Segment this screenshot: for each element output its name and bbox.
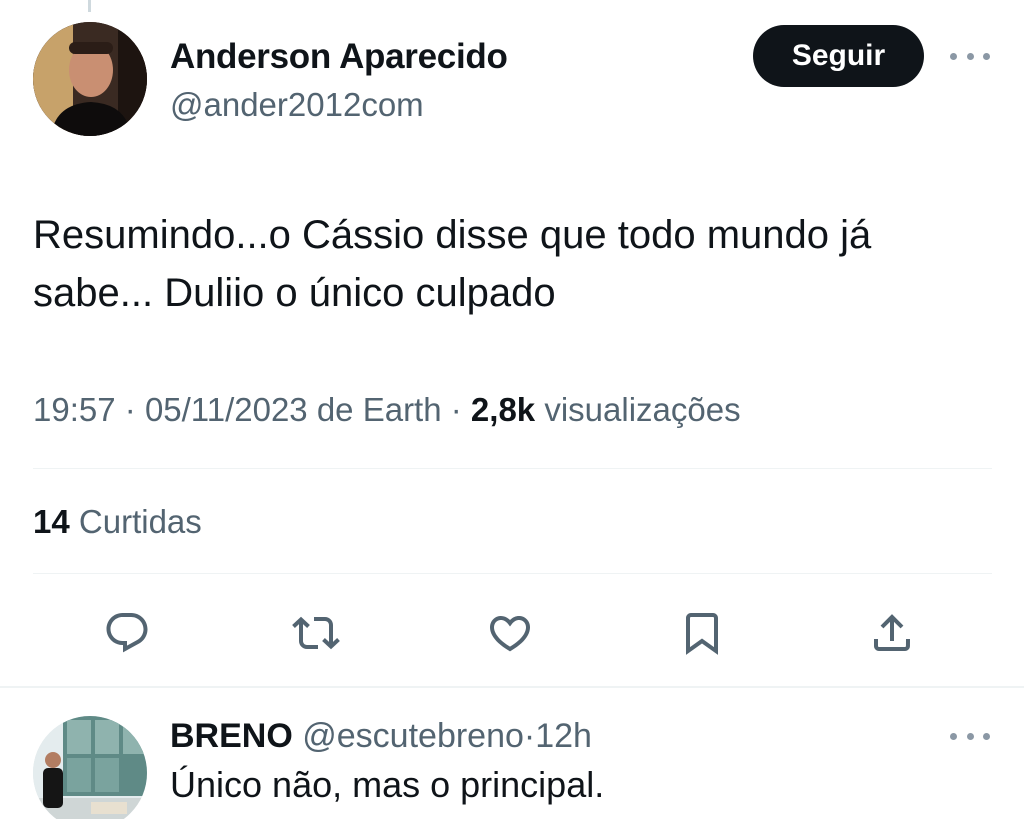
author-handle[interactable]: @ander2012com [170,86,424,124]
reply-button[interactable] [101,607,153,659]
reply-avatar-image [33,716,147,819]
reply-text: Único não, mas o principal. [170,764,605,805]
heart-icon [489,616,531,652]
more-horizontal-icon[interactable] [950,46,990,66]
tweet-text-line: sabe... Duliio o único culpado [33,271,556,315]
reply-time[interactable]: 12h [535,717,592,755]
tweet-detail-page: Anderson Aparecido @ander2012com Seguir … [0,0,1024,819]
reply-avatar[interactable] [33,716,147,819]
thread-connector-line [88,0,91,12]
views-label: visualizações [544,391,741,428]
retweet-icon [292,616,340,650]
reply-author-name[interactable]: BRENO [170,717,293,755]
likes-label: Curtidas [78,503,202,540]
retweet-button[interactable] [290,607,342,659]
author-avatar-image [33,22,147,136]
author-name[interactable]: Anderson Aparecido [170,37,508,77]
share-button[interactable] [866,607,918,659]
share-icon [874,614,910,651]
meta-separator: · [450,391,462,428]
divider [33,573,992,574]
tweet-time[interactable]: 19:57 [33,391,116,428]
author-avatar[interactable] [33,22,147,136]
follow-button[interactable]: Seguir [753,25,924,87]
tweet-source: de Earth [316,391,442,428]
section-separator [0,686,1024,688]
reply-author-handle[interactable]: @escutebreno [302,717,524,755]
meta-separator: · [124,391,136,428]
bookmark-icon [686,613,718,655]
likes-count: 14 [33,503,70,540]
tweet-text: Resumindo...o Cássio disse que todo mund… [33,206,993,322]
meta-separator: · [523,717,536,755]
tweet-meta: 19:57 · 05/11/2023 de Earth · 2,8k visua… [33,391,741,429]
views-count: 2,8k [470,391,536,428]
divider [33,468,992,469]
reply-icon [106,613,148,653]
bookmark-button[interactable] [676,607,728,659]
likes-stat[interactable]: 14 Curtidas [33,503,202,541]
reply-header: BRENO @escutebreno·12h [170,717,592,756]
tweet-text-line: Resumindo...o Cássio disse que todo mund… [33,213,872,257]
tweet-date[interactable]: 05/11/2023 [145,391,308,428]
like-button[interactable] [484,607,536,659]
more-horizontal-icon[interactable] [950,726,990,746]
